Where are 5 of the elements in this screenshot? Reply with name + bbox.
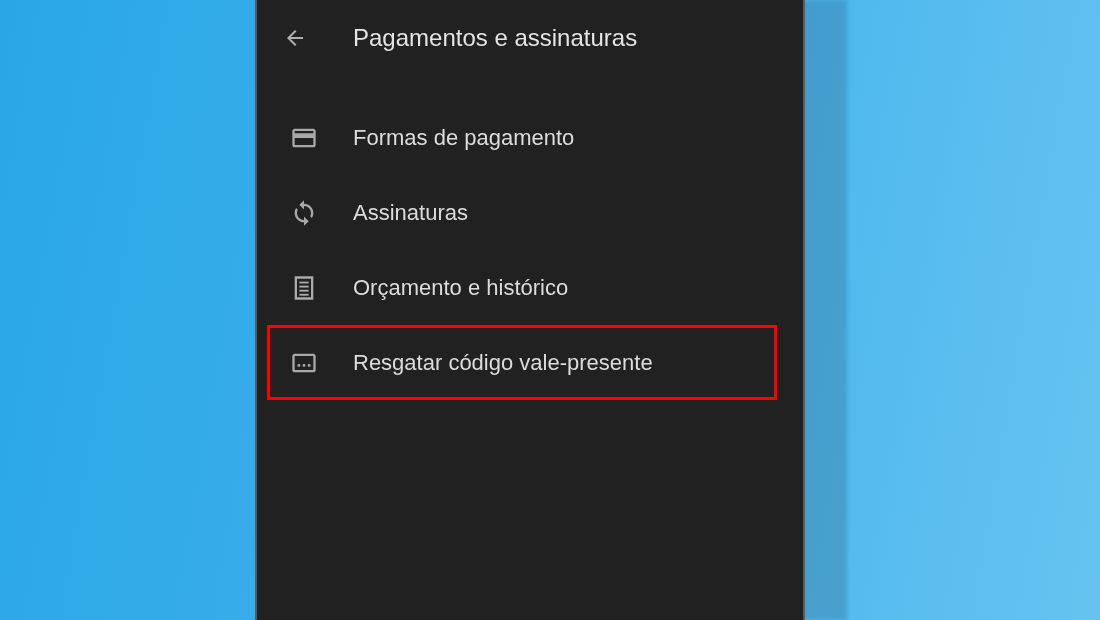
menu-item[interactable]: Orçamento e histórico [267,250,777,325]
menu-item[interactable]: Resgatar código vale-presente [267,325,777,400]
menu-item[interactable]: Assinaturas [267,175,777,250]
menu-item[interactable]: Formas de pagamento [267,100,777,175]
screen-title: Pagamentos e assinaturas [353,23,638,53]
